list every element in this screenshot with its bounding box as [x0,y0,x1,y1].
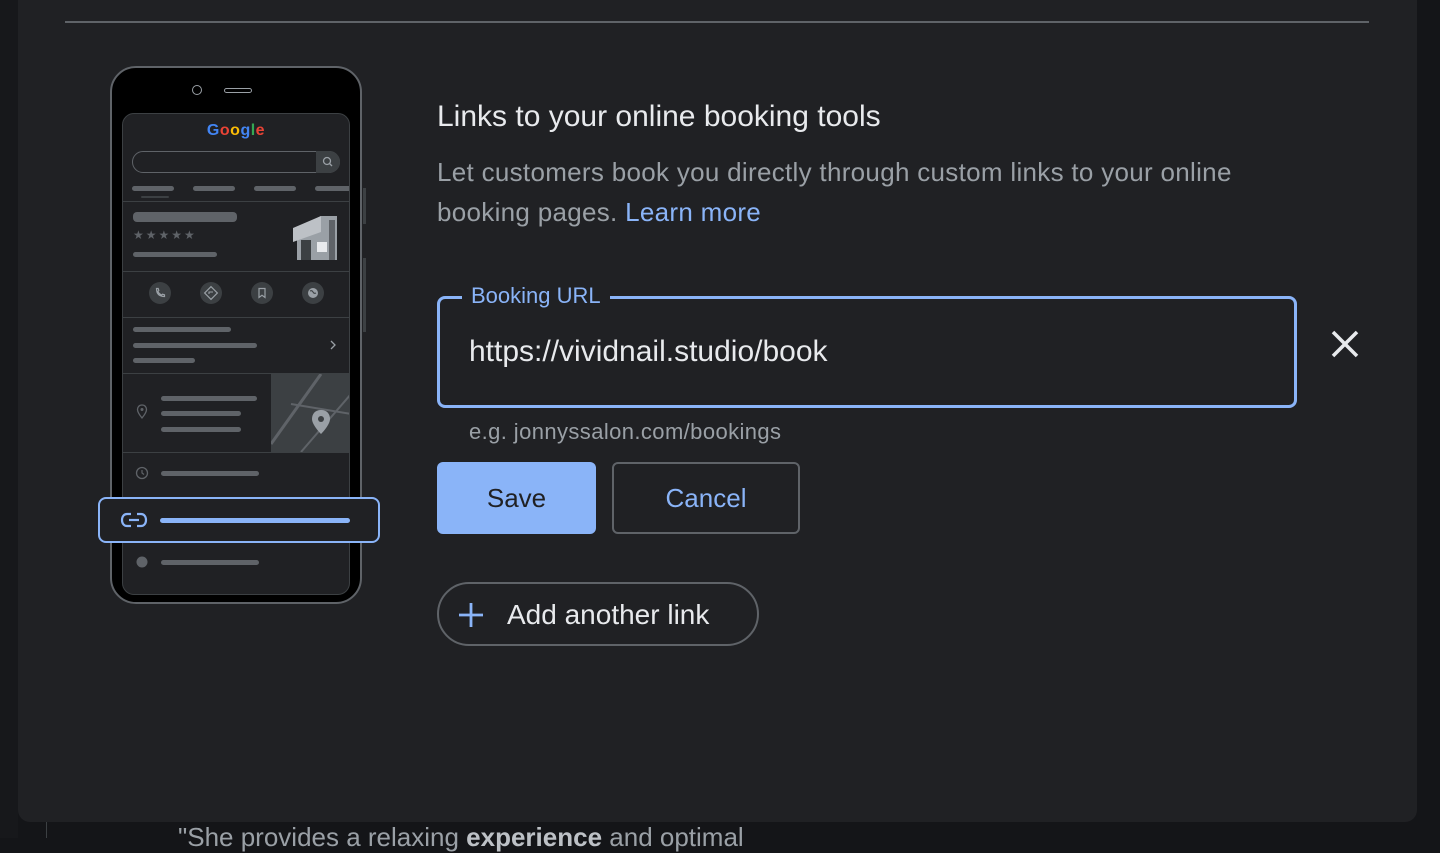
google-logo-letter: o [219,122,231,139]
mock-address-line [161,427,241,432]
mock-tab [254,186,296,191]
location-pin-icon [136,404,148,420]
mock-hours-line [161,471,259,476]
mock-business-info [133,252,217,257]
save-button[interactable]: Save [437,462,596,534]
learn-more-link[interactable]: Learn more [625,197,761,227]
background-panel-edge [0,0,18,838]
mock-address-line [161,396,257,401]
booking-url-hint: e.g. jonnyssalon.com/bookings [469,419,782,444]
mock-search-icon [316,151,340,173]
google-logo-letter: g [240,122,251,139]
website-globe-icon [136,556,148,568]
mock-map [271,374,349,452]
booking-links-dialog: Google ★★★★★ Links to your online bookin… [18,0,1417,822]
mock-tab [193,186,235,191]
booking-link-highlight [98,497,380,543]
link-bar [160,518,350,523]
phone-icon [149,282,171,304]
section-title: Links to your online booking tools [437,100,881,133]
mock-business-name [133,212,237,222]
booking-url-input[interactable] [469,329,1249,375]
mock-separator [123,452,349,453]
mock-search-bar [132,151,340,173]
google-logo: Google [123,122,349,140]
add-another-link-label: Add another link [507,599,710,630]
phone-side-button [363,188,366,224]
background-divider [46,822,47,838]
dialog-divider [65,21,1369,23]
directions-icon [200,282,222,304]
phone-speaker [224,88,252,93]
mock-tab [315,186,349,191]
section-description: Let customers book you directly through … [437,157,1232,227]
cancel-button[interactable]: Cancel [612,462,800,534]
mock-tab [132,186,174,191]
mock-info-line [133,358,195,363]
mock-tab-indicator [141,196,169,198]
link-icon [120,512,148,528]
mock-info-line [133,327,231,332]
mock-address-line [161,411,241,416]
remove-link-button[interactable] [1327,326,1363,362]
add-another-link-button[interactable]: Add another link [437,582,759,646]
mock-info-line [133,343,257,348]
globe-icon [302,282,324,304]
mock-separator [123,271,349,272]
close-icon [1331,330,1359,358]
phone-camera [192,85,202,95]
booking-url-label: Booking URL [462,283,610,309]
google-logo-letter: o [230,122,241,139]
plus-icon [459,603,483,627]
mock-separator [123,201,349,202]
google-logo-letter: e [255,122,266,139]
google-logo-letter: G [206,122,220,139]
chevron-right-icon [330,340,336,350]
phone-volume-button [363,258,366,332]
mock-separator [123,317,349,318]
booking-url-field[interactable]: Booking URL [437,283,1297,408]
clock-icon [135,466,149,480]
storefront-icon [293,216,337,260]
mock-website-line [161,560,259,565]
bookmark-icon [251,282,273,304]
mock-rating-stars: ★★★★★ [133,228,197,242]
